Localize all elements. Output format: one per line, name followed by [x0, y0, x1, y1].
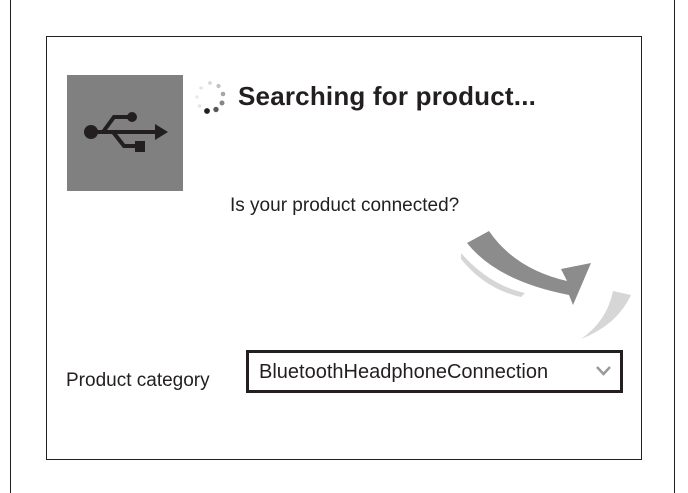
spinner-icon: [195, 81, 226, 114]
product-category-label: Product category: [66, 370, 210, 391]
dialog-title: Searching for product...: [238, 81, 537, 111]
chevron-down-icon[interactable]: [595, 364, 612, 378]
search-dialog: Searching for product... Is your product…: [46, 36, 642, 460]
connection-question: Is your product connected?: [230, 195, 460, 216]
usb-icon: [84, 112, 168, 152]
curved-arrow-icon: [461, 231, 631, 339]
product-category-value: BluetoothHeadphoneConnection: [259, 361, 549, 383]
product-category-select[interactable]: BluetoothHeadphoneConnection: [246, 350, 623, 393]
usb-tile: [67, 75, 183, 191]
